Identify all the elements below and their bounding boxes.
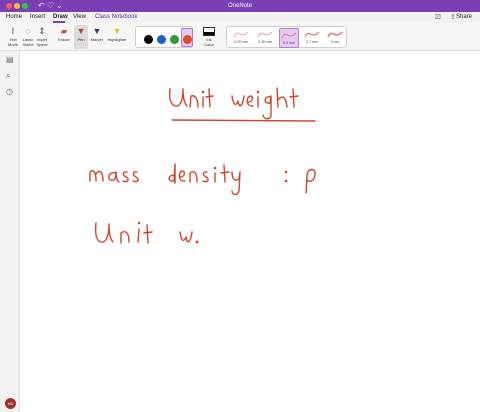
pen-color-palette: [135, 26, 193, 48]
eraser-icon: ▰: [60, 26, 68, 36]
thickness-label: 0.7 mm: [306, 40, 318, 44]
navigation-pane: ▤ ⌕ ◷ HD: [0, 51, 20, 412]
tab-home[interactable]: Home: [6, 12, 22, 23]
highlighter-label: Highlighter: [107, 37, 127, 42]
broadcast-icon[interactable]: ⎚: [435, 12, 441, 23]
ink-line-1: [89, 163, 316, 196]
tab-insert[interactable]: Insert: [30, 12, 45, 23]
share-icon[interactable]: ⇪: [450, 12, 456, 23]
insert-space-button[interactable]: ⇕ Insert Space: [35, 25, 49, 47]
ink-color-icon: [203, 27, 215, 36]
avatar[interactable]: HD: [5, 398, 16, 409]
pen-thickness-palette: 0.25 mm 0.35 mm 0.5 mm 0.7 mm 1 mm: [226, 26, 347, 48]
color-black-swatch[interactable]: [144, 35, 153, 44]
text-mode-icon: Ⅰ: [11, 26, 15, 36]
text-mode-label-2: Mode: [7, 42, 18, 47]
marker-icon: ▼: [92, 26, 102, 36]
handwritten-ink: [89, 87, 316, 244]
color-green-swatch[interactable]: [170, 35, 179, 44]
ink-color-button[interactable]: Ink Color: [200, 25, 218, 47]
pen-stroke-preview-icon: [257, 31, 273, 38]
lasso-icon: ◌: [25, 26, 31, 36]
search-icon[interactable]: ⌕: [6, 72, 10, 80]
color-blue-swatch[interactable]: [157, 35, 166, 44]
draw-ribbon: Ⅰ Text Mode ◌ Lasso Select ⇕ Insert Spac…: [0, 23, 480, 51]
lasso-label-2: Select: [22, 42, 34, 47]
recent-notes-icon[interactable]: ◷: [6, 88, 13, 96]
thickness-option-selected[interactable]: 0.5 mm: [279, 28, 299, 48]
ink-heading: [168, 87, 299, 120]
thickness-option[interactable]: 0.25 mm: [231, 28, 251, 48]
thickness-option[interactable]: 0.35 mm: [255, 28, 275, 48]
title-bar: ↶ ♡ ⌄ OneNote: [0, 0, 480, 12]
pen-label: Pen: [77, 37, 85, 42]
lasso-select-button[interactable]: ◌ Lasso Select: [21, 25, 35, 47]
pen-icon: ▼: [76, 26, 86, 36]
highlighter-button[interactable]: ▼ Highlighter: [106, 25, 128, 42]
eraser-button[interactable]: ▰ Eraser: [56, 25, 72, 42]
tab-view[interactable]: View: [73, 12, 86, 23]
ribbon-tabs: Home Insert Draw View Class Notebook ⎚ ⇪…: [0, 12, 480, 23]
thickness-label: 0.35 mm: [258, 40, 272, 44]
ink-line-2: [94, 221, 199, 244]
eraser-label: Eraser: [58, 37, 70, 42]
thickness-option[interactable]: 0.7 mm: [302, 28, 322, 48]
text-mode-button[interactable]: Ⅰ Text Mode: [6, 25, 20, 47]
notebooks-icon[interactable]: ▤: [6, 56, 14, 64]
ink-underline: [171, 119, 316, 122]
thickness-option[interactable]: 1 mm: [325, 28, 345, 48]
pen-stroke-preview-icon: [281, 32, 297, 39]
onenote-window: ↶ ♡ ⌄ OneNote Home Insert Draw View Clas…: [0, 0, 480, 412]
insert-space-icon: ⇕: [38, 26, 46, 36]
share-button[interactable]: Share: [456, 12, 472, 23]
note-canvas[interactable]: [20, 51, 480, 412]
app-title: OneNote: [227, 3, 252, 9]
insert-space-label-2: Space: [36, 42, 48, 47]
pen-stroke-preview-icon: [304, 31, 320, 38]
thickness-label: 1 mm: [330, 40, 340, 44]
marker-button[interactable]: ▼ Marker: [89, 25, 105, 42]
highlighter-icon: ▼: [112, 26, 122, 36]
ink-color-label-2: Color: [204, 42, 214, 47]
pen-stroke-preview-icon: [233, 31, 249, 38]
pen-button[interactable]: ▼ Pen: [74, 25, 88, 42]
pen-stroke-preview-icon: [327, 31, 343, 38]
thickness-label: 0.5 mm: [283, 41, 295, 45]
color-red-swatch[interactable]: [183, 35, 192, 44]
tab-class-notebook[interactable]: Class Notebook: [95, 12, 137, 23]
thickness-label: 0.25 mm: [234, 40, 248, 44]
marker-label: Marker: [90, 37, 104, 42]
